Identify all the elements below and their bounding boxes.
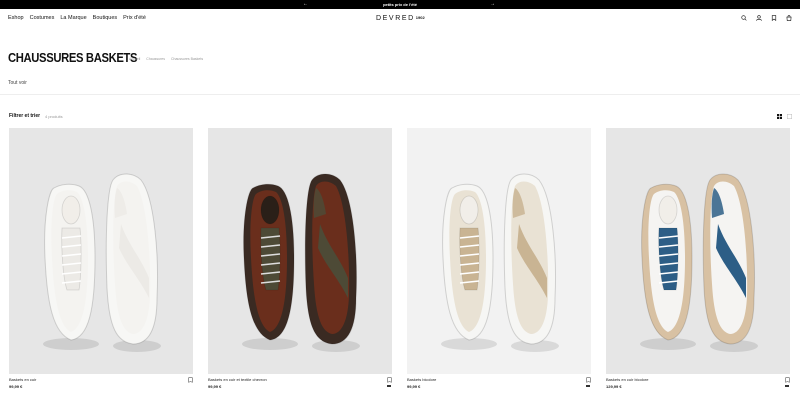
product-image[interactable] <box>407 128 591 374</box>
brand-logo[interactable]: DEVRED1902 <box>376 15 425 22</box>
logo-year: 1902 <box>415 15 425 20</box>
wishlist-icon[interactable] <box>785 377 790 383</box>
product-card[interactable]: Baskets en cuir et textile chevron 99,99… <box>208 128 392 389</box>
main-nav: Eshop Costumes La Marque Boutiques Prix … <box>8 15 146 21</box>
product-card[interactable]: Baskets en cuir 99,99 € <box>9 128 193 389</box>
wishlist-icon[interactable] <box>387 377 392 383</box>
product-price: 129,99 € <box>606 384 622 389</box>
product-card[interactable]: Baskets bicolore 99,99 € <box>407 128 591 389</box>
product-card[interactable]: Baskets en cuir bicolore 129,99 € <box>606 128 790 389</box>
product-price: 99,99 € <box>9 384 23 389</box>
divider <box>0 94 800 95</box>
bag-icon[interactable] <box>786 15 792 21</box>
breadcrumb-accueil[interactable]: Accueil <box>129 57 140 61</box>
color-swatch[interactable] <box>785 385 789 387</box>
promo-bar: ← petits prix de l'été → <box>0 0 800 9</box>
product-price: 99,99 € <box>208 384 222 389</box>
filter-sort-button[interactable]: Filtrer et trier <box>9 113 40 119</box>
header-icons <box>741 15 792 21</box>
promo-prev-arrow[interactable]: ← <box>303 0 308 9</box>
color-swatch[interactable] <box>586 385 590 387</box>
wishlist-icon[interactable] <box>586 377 591 383</box>
grid-view-icon[interactable] <box>777 114 782 119</box>
nav-item-boutiques[interactable]: Boutiques <box>93 15 117 21</box>
product-name[interactable]: Baskets en cuir <box>9 377 36 382</box>
product-image[interactable] <box>9 128 193 374</box>
product-image[interactable] <box>606 128 790 374</box>
search-icon[interactable] <box>741 15 747 21</box>
shoe-collar <box>260 195 280 225</box>
nav-item-prix-ete[interactable]: Prix d'été <box>123 15 146 21</box>
shoe-collar <box>459 195 479 225</box>
nav-item-costumes[interactable]: Costumes <box>30 15 55 21</box>
nav-item-eshop[interactable]: Eshop <box>8 15 24 21</box>
product-name[interactable]: Baskets en cuir bicolore <box>606 377 648 382</box>
site-header: Eshop Costumes La Marque Boutiques Prix … <box>0 9 800 31</box>
product-grid: Baskets en cuir 99,99 € Baskets en cuir … <box>9 128 790 389</box>
breadcrumb: Accueil Chaussures Chaussures Baskets <box>129 57 203 61</box>
promo-text[interactable]: petits prix de l'été <box>383 2 417 7</box>
breadcrumb-chaussures[interactable]: Chaussures <box>146 57 165 61</box>
product-price: 99,99 € <box>407 384 421 389</box>
view-toggle <box>777 114 792 119</box>
product-name[interactable]: Baskets en cuir et textile chevron <box>208 377 267 382</box>
tout-voir-link[interactable]: Tout voir <box>8 80 27 86</box>
color-swatch[interactable] <box>387 385 391 387</box>
shoe-collar <box>61 195 81 225</box>
product-name[interactable]: Baskets bicolore <box>407 377 436 382</box>
nav-item-la-marque[interactable]: La Marque <box>60 15 86 21</box>
breadcrumb-chaussures-baskets[interactable]: Chaussures Baskets <box>171 57 203 61</box>
page-title: CHAUSSURES BASKETS <box>8 51 138 65</box>
shoe-collar <box>658 195 678 225</box>
product-image[interactable] <box>208 128 392 374</box>
wishlist-icon[interactable] <box>771 15 777 21</box>
product-count: 4 produits <box>45 114 63 119</box>
single-view-icon[interactable] <box>787 114 792 119</box>
wishlist-icon[interactable] <box>188 377 193 383</box>
logo-text: DEVRED <box>376 15 415 22</box>
account-icon[interactable] <box>756 15 762 21</box>
promo-next-arrow[interactable]: → <box>490 0 495 9</box>
